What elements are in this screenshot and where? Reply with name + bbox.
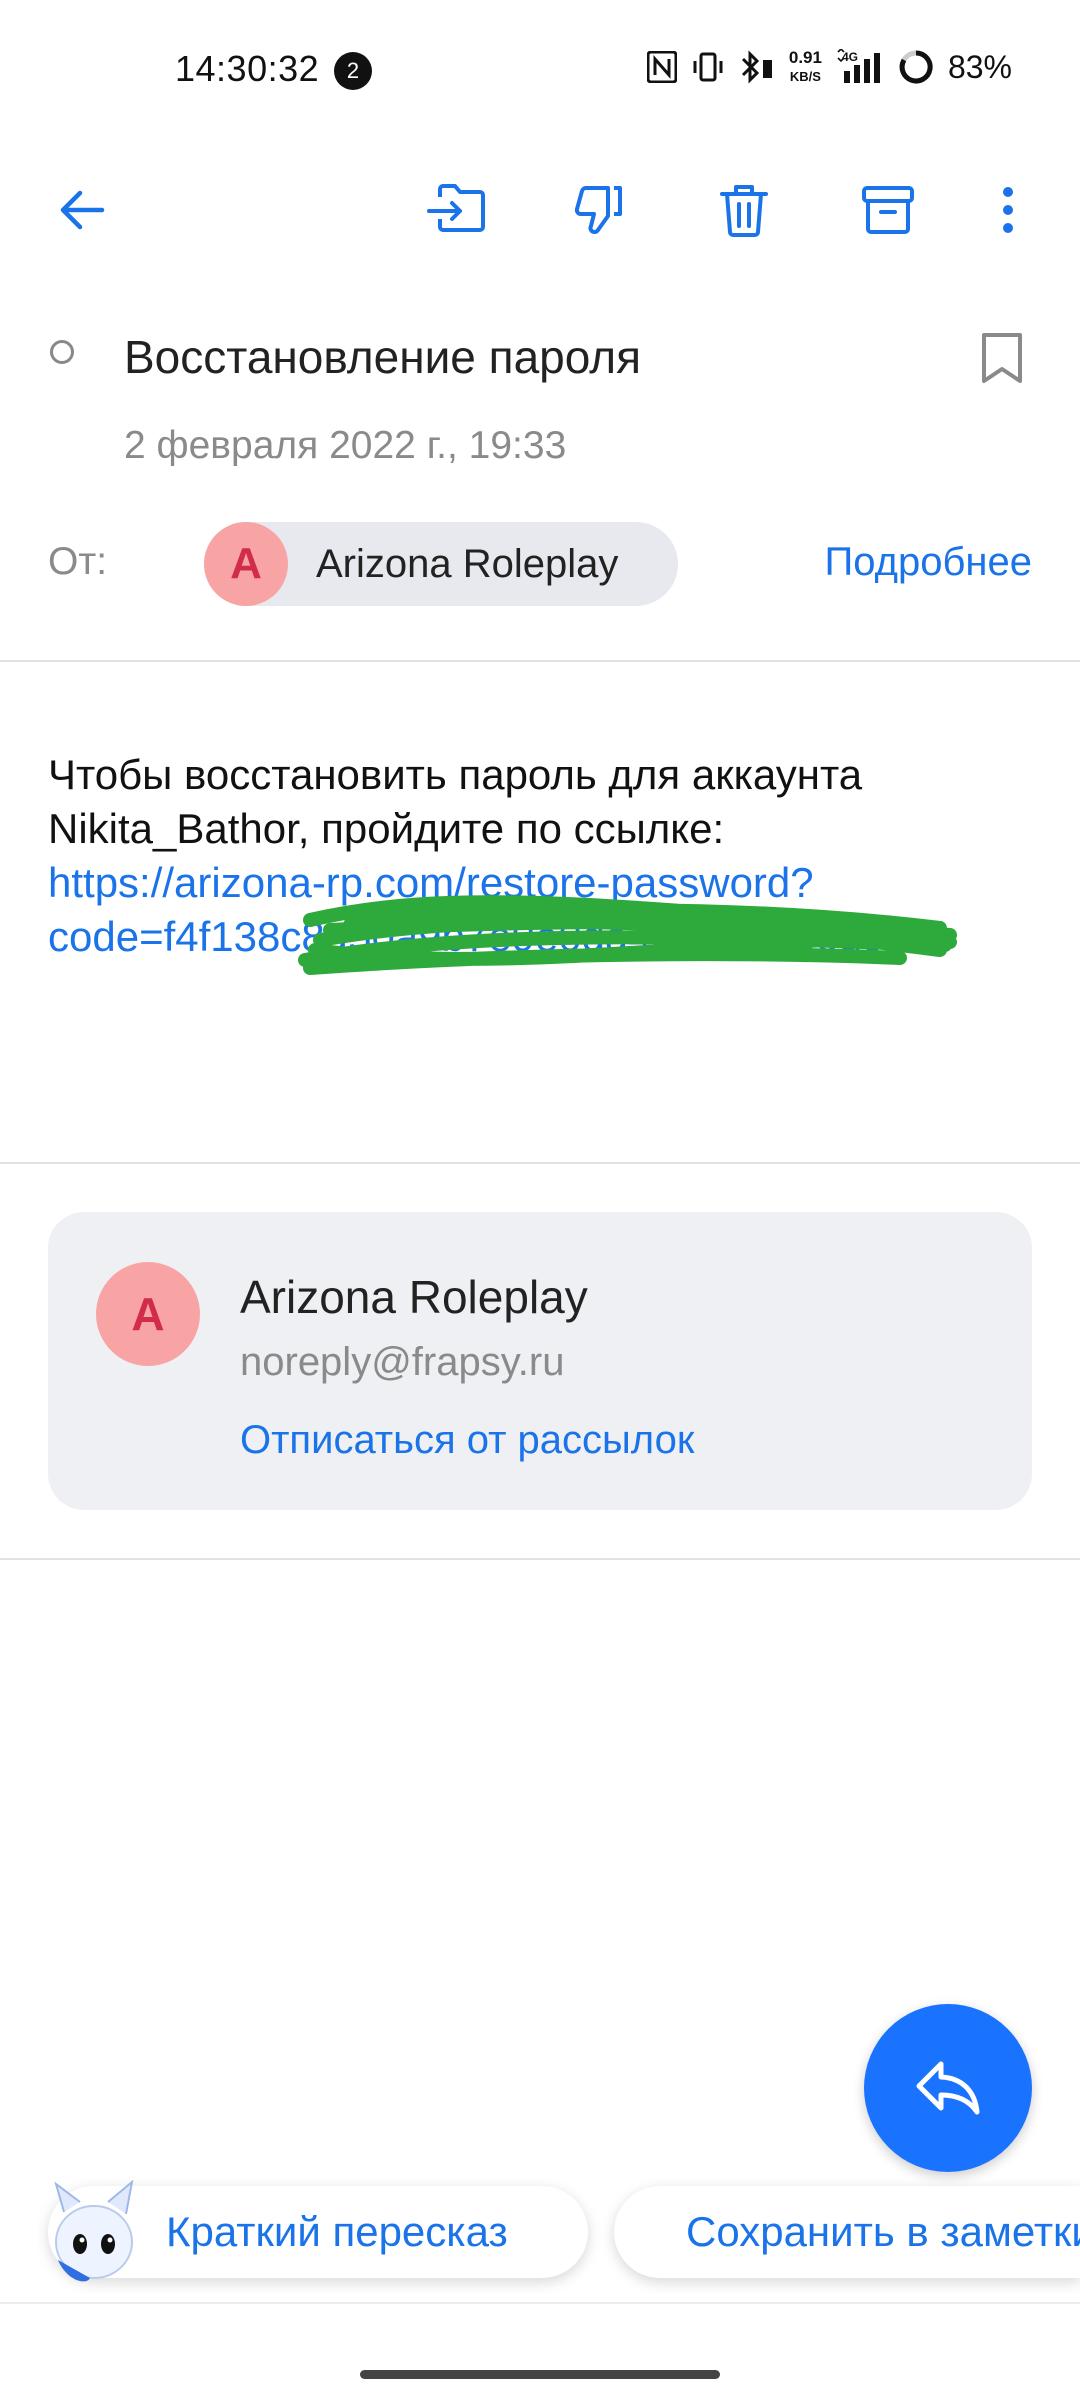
bookmark-button[interactable]	[972, 326, 1032, 390]
sender-avatar: A	[204, 522, 288, 606]
status-time: 14:30:32	[175, 48, 320, 89]
message-toolbar	[0, 170, 1080, 270]
move-to-folder-button[interactable]	[416, 170, 496, 250]
svg-text:4G: 4G	[842, 50, 858, 64]
trash-icon	[720, 185, 768, 237]
save-to-notes-label: Сохранить в заметки	[686, 2208, 1080, 2255]
spam-button[interactable]	[560, 170, 640, 250]
reply-button[interactable]	[864, 2004, 1032, 2172]
bottom-divider	[0, 2302, 1080, 2304]
back-arrow-icon	[60, 190, 105, 230]
bookmark-icon	[982, 333, 1022, 383]
details-link[interactable]: Подробнее	[825, 540, 1032, 585]
move-to-folder-icon	[427, 184, 485, 232]
battery-ring-icon	[898, 49, 934, 85]
nfc-icon	[646, 51, 677, 83]
summary-label: Краткий пересказ	[166, 2208, 508, 2255]
status-bar: 14:30:32 2 0.91 KB/S 4G 83%	[0, 0, 1080, 130]
archive-button[interactable]	[848, 170, 928, 250]
vibrate-icon	[691, 51, 725, 83]
network-speed-unit: KB/S	[789, 68, 821, 84]
from-label: От:	[48, 540, 108, 583]
header-divider	[0, 660, 1080, 662]
sender-chip[interactable]: A Arizona Roleplay	[204, 522, 678, 606]
unread-toggle[interactable]	[50, 340, 74, 364]
battery-percent: 83%	[947, 48, 1012, 85]
more-vert-icon	[1003, 187, 1013, 233]
card-avatar: A	[96, 1262, 200, 1366]
card-sender-name: Arizona Roleplay	[240, 1271, 588, 1323]
body-line: Чтобы восстановить пароль для аккаунта	[48, 751, 863, 798]
save-to-notes-button[interactable]: Сохранить в заметки	[614, 2186, 1080, 2278]
redaction-scribble	[298, 895, 957, 975]
assistant-mascot-icon	[54, 2180, 134, 2282]
home-indicator[interactable]	[360, 2370, 720, 2379]
sender-card: A Arizona Roleplay noreply@frapsy.ru Отп…	[48, 1212, 1032, 1510]
status-icons: 0.91 KB/S 4G 83%	[646, 46, 1012, 88]
signal-4g-icon: 4G	[836, 49, 884, 85]
reply-icon	[916, 2061, 980, 2115]
network-speed-value: 0.91	[788, 47, 822, 67]
message-date: 2 февраля 2022 г., 19:33	[124, 424, 567, 467]
archive-icon	[862, 186, 914, 234]
unsubscribe-link[interactable]: Отписаться от рассылок	[240, 1418, 694, 1463]
back-button[interactable]	[42, 170, 122, 250]
network-speed: 0.91 KB/S	[788, 47, 822, 86]
thumbs-down-icon	[574, 186, 622, 234]
body-divider	[0, 1162, 1080, 1164]
card-sender-email: noreply@frapsy.ru	[240, 1340, 565, 1384]
more-options-button[interactable]	[968, 170, 1048, 250]
bluetooth-battery-icon	[739, 50, 775, 84]
sender-name: Arizona Roleplay	[316, 541, 619, 586]
notification-count-badge: 2	[334, 52, 372, 90]
card-divider	[0, 1558, 1080, 1560]
body-line: Nikita_Bathor, пройдите по ссылке:	[48, 805, 725, 852]
delete-button[interactable]	[704, 170, 784, 250]
message-subject: Восстановление пароля	[124, 331, 642, 383]
